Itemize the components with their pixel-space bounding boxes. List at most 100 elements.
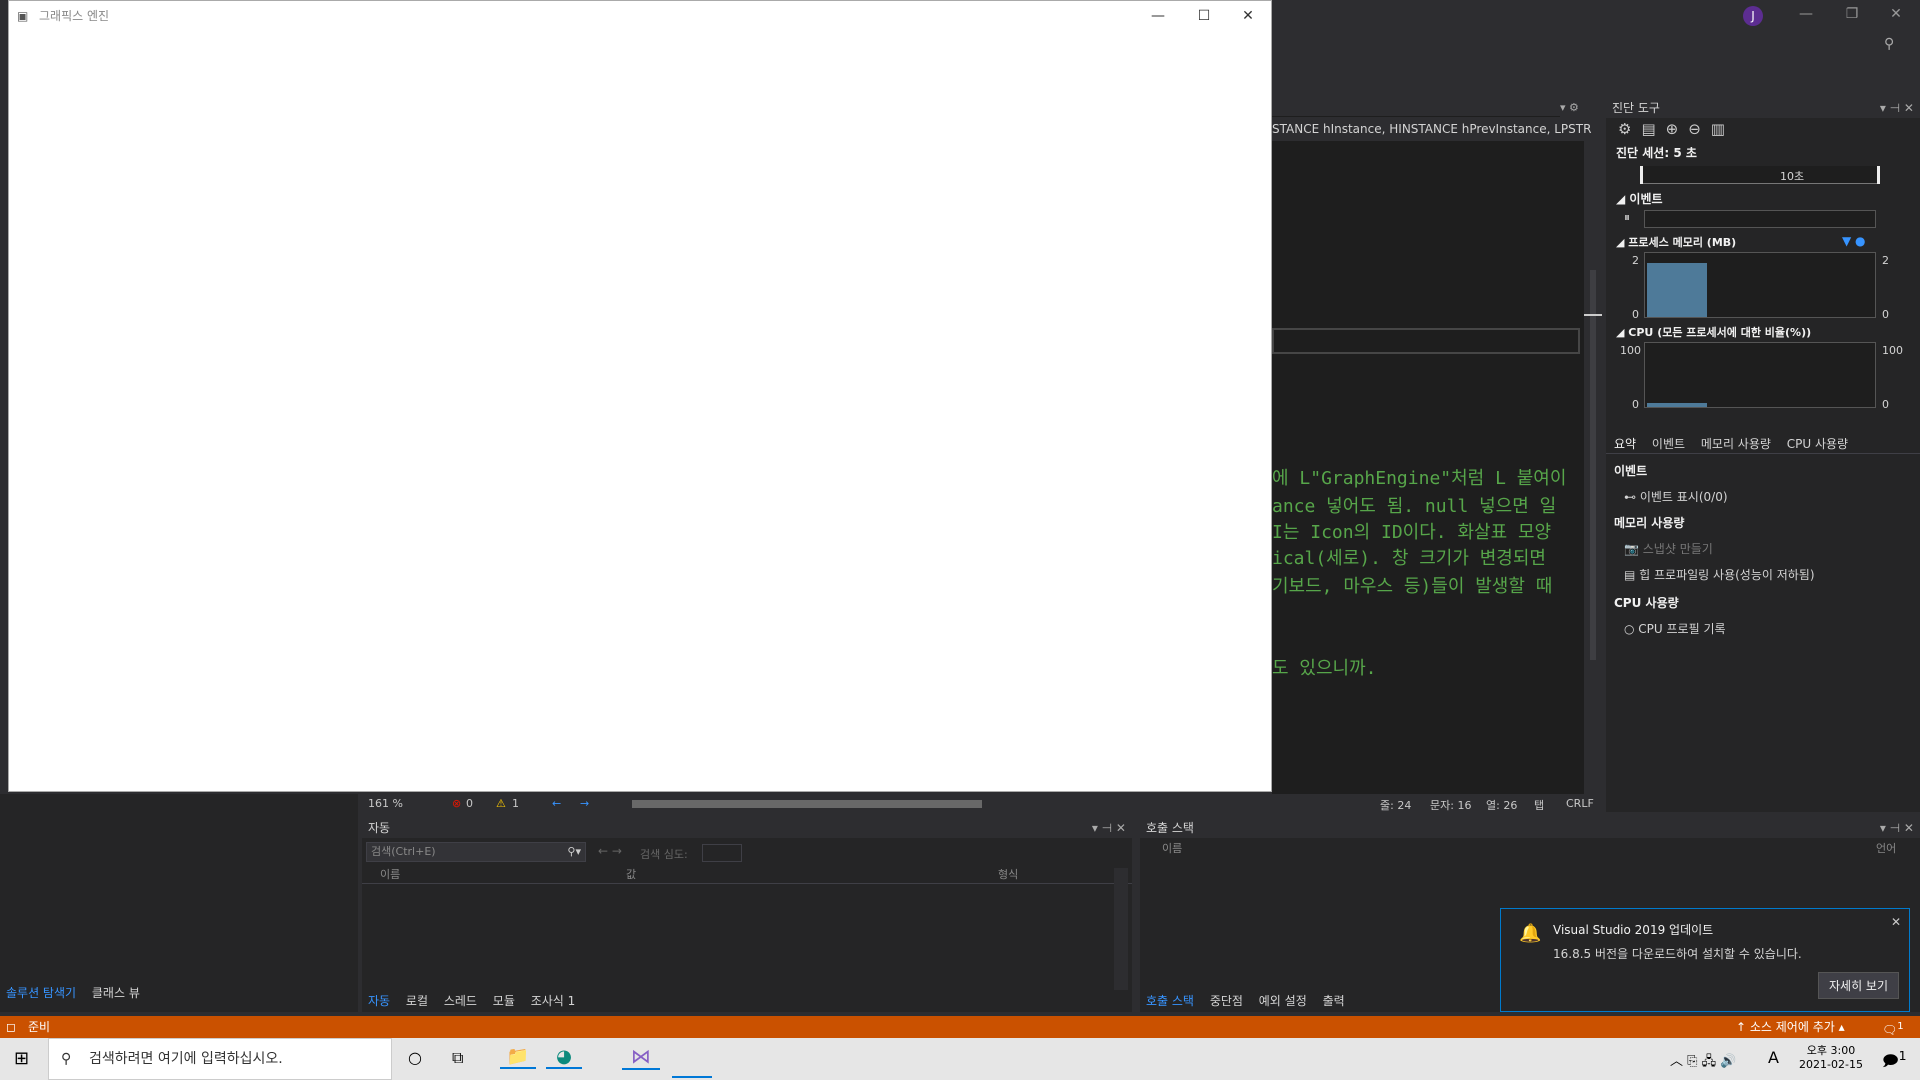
tab-solution-explorer[interactable]: 솔루션 탐색기 [6,986,76,1000]
clock[interactable]: 오후 3:00 2021-02-15 [1798,1042,1864,1071]
vs-status-bar: ◻ 준비 ↑ 소스 제어에 추가 ▴ 🗨1 [0,1016,1920,1038]
close-icon[interactable]: ✕ [1891,915,1901,929]
search-depth-select[interactable] [702,844,742,862]
col-language[interactable]: 언어 [1876,840,1896,856]
horizontal-scrollbar[interactable] [632,800,982,808]
pane-controls-icon[interactable]: ▾ ⊣ ✕ [1880,818,1914,838]
tab-autos[interactable]: 자동 [368,994,390,1008]
editor-status-bar: 161 % ⊗ 0 ⚠ 1 ← → 줄: 24 문자: 16 열: 26 탭 C… [362,794,1602,814]
forward-arrow-icon[interactable]: → [580,797,589,810]
tab-exception-settings[interactable]: 예외 설정 [1259,994,1307,1008]
export-icon[interactable]: ▤ [1641,120,1665,138]
edge-icon[interactable]: ◕ [546,1046,582,1069]
active-window-indicator [672,1076,712,1078]
error-count[interactable]: 0 [466,797,473,810]
back-arrow-icon[interactable]: ← [552,797,561,810]
code-editor[interactable]: 에 L"GraphEngine"처럼 L 붙여이 ance 넣어도 됨. nul… [1272,116,1584,794]
close-button[interactable]: ✕ [1225,1,1271,31]
cpu-bar [1647,403,1707,407]
snapshot-button[interactable]: 📷 스냅샷 만들기 [1624,540,1713,557]
cpu-section-header[interactable]: ◢ CPU (모든 프로세서에 대한 비율(%)) [1616,324,1811,340]
action-center-icon[interactable]: 🗩1 [1882,1048,1907,1076]
graphics-canvas[interactable] [9,31,1271,791]
col-number: 열: 26 [1486,799,1518,812]
col-value[interactable]: 값 [626,866,636,882]
vs-close-button[interactable]: ✕ [1876,6,1916,22]
tab-locals[interactable]: 로컬 [406,994,428,1008]
tab-watch[interactable]: 조사식 1 [531,994,576,1008]
chart-icon[interactable]: ▥ [1711,120,1735,138]
pane-controls-icon[interactable]: ▾ ⊣ ✕ [1880,98,1914,118]
error-icon: ⊗ [452,797,462,810]
summary-events-title: 이벤트 [1614,464,1648,478]
pane-controls-icon[interactable]: ▾ ⊣ ✕ [1092,818,1126,838]
minimize-button[interactable]: — [1135,1,1181,31]
zoom-in-icon[interactable]: ⊕ [1666,120,1689,138]
diag-tabs: 요약 이벤트 메모리 사용량 CPU 사용량 [1606,434,1920,454]
cpu-profile-button[interactable]: ○ CPU 프로필 기록 [1624,620,1726,637]
zoom-level[interactable]: 161 % [368,797,403,810]
heap-profiling-toggle[interactable]: ▤ 힙 프로파일링 사용(성능이 저하됨) [1624,566,1815,583]
pin-feedback-icon[interactable]: ⚲ [1884,36,1894,52]
col-name[interactable]: 이름 [1162,840,1182,856]
visual-studio-icon[interactable]: ⋈ [622,1044,660,1070]
notification-title: Visual Studio 2019 업데이트 [1553,923,1714,937]
source-control-button[interactable]: ↑ 소스 제어에 추가 ▴ [1736,1016,1845,1038]
pause-icon[interactable]: ⏸ [1624,210,1630,225]
notification-body: 16.8.5 버전을 다운로드하여 설치할 수 있습니다. [1553,947,1802,961]
code-line: ical(세로). 창 크기가 변경되면 [1272,548,1546,569]
graphics-engine-window[interactable]: ▣ 그래픽스 엔진 — ☐ ✕ [8,0,1272,792]
search-icon: ⚲▾ [567,845,581,858]
events-section-header[interactable]: ◢ 이벤트 [1616,190,1663,207]
tab-summary[interactable]: 요약 [1614,437,1636,451]
tray-icons[interactable]: ︿ ⎘ 🖧 🔊 [1670,1050,1736,1074]
file-explorer-icon[interactable]: 📁 [500,1046,536,1069]
col-type[interactable]: 형식 [998,866,1018,882]
graphics-window-titlebar[interactable]: ▣ 그래픽스 엔진 — ☐ ✕ [9,1,1271,31]
zoom-out-icon[interactable]: ⊖ [1688,120,1711,138]
eol-indicator[interactable]: CRLF [1566,797,1594,810]
warning-count[interactable]: 1 [512,797,519,810]
nav-arrows-icon[interactable]: ← → [598,844,622,858]
taskbar-search-input[interactable]: ⚲ 검색하려면 여기에 입력하십시오. [48,1038,392,1080]
tab-class-view[interactable]: 클래스 뷰 [92,986,140,1000]
filter-icon[interactable]: ▼ ● [1842,234,1866,248]
function-signature-bar[interactable]: STANCE hInstance, HINSTANCE hPrevInstanc… [1272,117,1602,141]
tab-breakpoints[interactable]: 중단점 [1210,994,1243,1008]
autos-search-input[interactable]: 검색(Ctrl+E) ⚲▾ [366,842,586,862]
editor-vertical-scrollbar[interactable] [1584,140,1602,794]
warning-icon: ⚠ [496,797,506,810]
vs-minimize-button[interactable]: — [1786,6,1826,22]
timeline-ruler[interactable]: 10초 [1640,166,1880,184]
learn-more-button[interactable]: 자세히 보기 [1817,972,1899,999]
editor-settings-icon[interactable]: ▾ ⚙ [1560,98,1604,118]
timeline-label: 10초 [1780,170,1805,183]
tab-threads[interactable]: 스레드 [444,994,477,1008]
tab-events[interactable]: 이벤트 [1652,437,1685,451]
tab-indicator[interactable]: 탭 [1534,797,1544,813]
autos-scrollbar[interactable] [1114,868,1128,990]
memory-axis-right-bottom: 0 [1882,308,1889,321]
autos-title: 자동 ▾ ⊣ ✕ [362,818,1132,838]
user-avatar[interactable]: J [1743,6,1763,26]
cpu-chart[interactable] [1644,342,1876,408]
char-number: 문자: 16 [1430,799,1472,812]
tab-memory[interactable]: 메모리 사용량 [1701,437,1771,451]
cortana-icon[interactable]: ○ [408,1048,422,1067]
task-view-icon[interactable]: ⧉ [452,1048,463,1068]
graphics-window-title: 그래픽스 엔진 [39,9,110,23]
settings-icon[interactable]: ⚙ [1618,120,1641,138]
windows-start-icon[interactable]: ⊞ [14,1048,29,1069]
tab-modules[interactable]: 모듈 [493,994,515,1008]
tab-cpu[interactable]: CPU 사용량 [1787,437,1848,451]
maximize-button[interactable]: ☐ [1181,1,1227,31]
tab-output[interactable]: 출력 [1323,994,1345,1008]
memory-section-header[interactable]: ◢ 프로세스 메모리 (MB) [1616,234,1736,250]
memory-chart[interactable] [1644,252,1876,318]
solution-explorer-pane: 솔루션 탐색기 클래스 뷰 [0,794,358,1012]
show-events-link[interactable]: ⊷ 이벤트 표시(0/0) [1624,488,1728,505]
tab-call-stack[interactable]: 호출 스택 [1146,994,1194,1008]
ime-indicator[interactable]: A [1768,1048,1779,1067]
vs-restore-button[interactable]: ❐ [1832,6,1872,22]
col-name[interactable]: 이름 [380,866,400,882]
